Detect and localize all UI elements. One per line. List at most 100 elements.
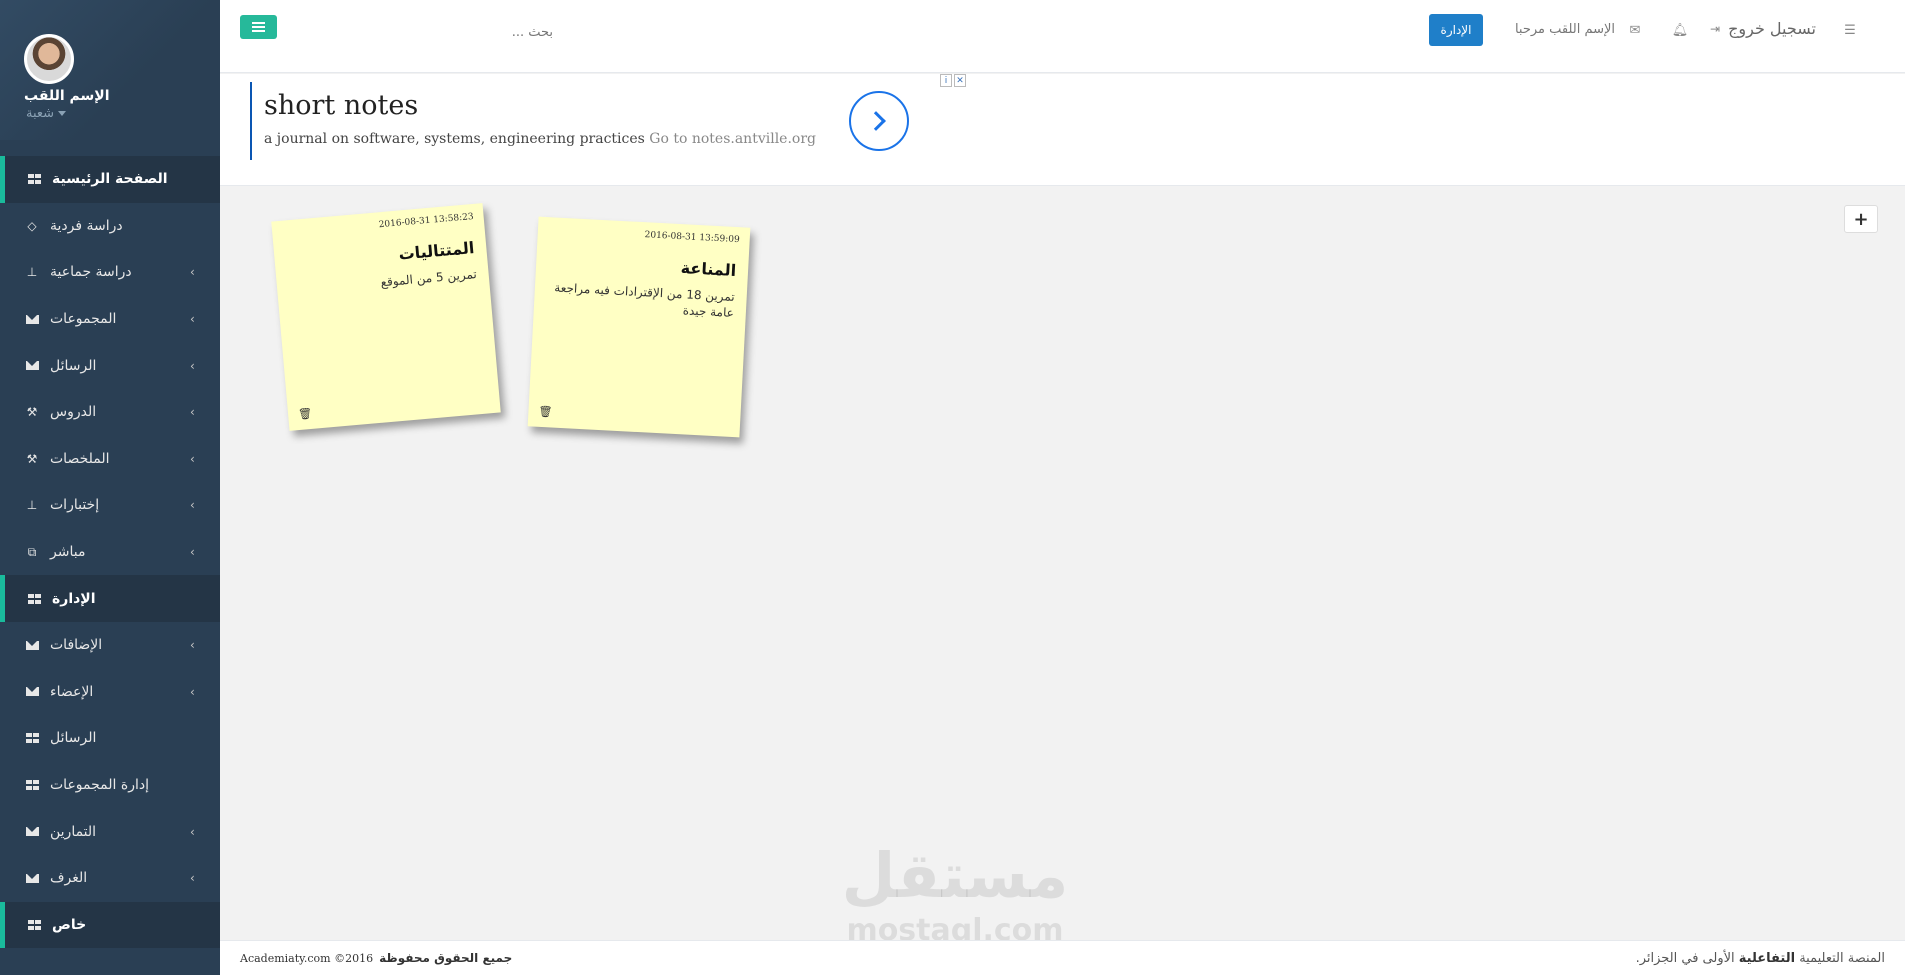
welcome-text[interactable]: الإسم اللقب مرحبا (1500, 22, 1630, 37)
sidebar-item[interactable]: ◇ دراسة فردية (0, 203, 220, 250)
diamond-icon: ◇ (27, 218, 37, 233)
sidebar-item[interactable]: الإدارة (0, 575, 220, 622)
avatar[interactable] (24, 34, 74, 84)
envelope-icon (25, 312, 39, 326)
grid-icon (27, 172, 41, 186)
footer-copyright: Academiaty.com ©2016 جميع الحقوق محفوظة (240, 951, 512, 965)
add-note-button[interactable]: + (1844, 205, 1878, 233)
sidebar-item[interactable]: الرسائل (0, 715, 220, 762)
search-input[interactable] (293, 20, 553, 44)
profile-name: الإسم اللقب (24, 88, 110, 104)
ad-title[interactable]: short notes (264, 90, 418, 121)
sidebar-item-label: دراسة فردية (50, 217, 123, 234)
trash-icon[interactable]: 🗑︎ (298, 406, 313, 420)
grid-icon (27, 918, 41, 932)
footer: Academiaty.com ©2016 جميع الحقوق محفوظة … (220, 940, 1905, 975)
grid-icon (25, 778, 39, 792)
envelope-icon[interactable]: ✉ (1627, 22, 1643, 38)
trash-icon[interactable]: 🗑︎ (538, 404, 553, 418)
caret-down-icon (58, 111, 67, 116)
wrench-icon: ⚒ (26, 405, 38, 420)
sidebar-item-label: الإضافات (50, 637, 103, 654)
sticky-note[interactable]: 2016-08-31 13:59:09 المناعة تمرين 18 من … (527, 216, 751, 438)
sign-out-icon: ⇥ (1710, 21, 1721, 36)
sidebar-item[interactable]: ⊥ إختبارات ‹ (0, 482, 220, 529)
sticky-note[interactable]: 2016-08-31 13:58:23 المتتاليات تمرين 5 م… (271, 203, 501, 431)
admin-button[interactable]: الإدارة (1429, 14, 1483, 46)
sidebar-item[interactable]: الغرف ‹ (0, 855, 220, 902)
chevron-right-icon (866, 111, 886, 131)
wrench-icon: ⚒ (26, 451, 38, 466)
sidebar-item[interactable]: ⊥ دراسة جماعية ‹ (0, 249, 220, 296)
envelope-icon (25, 638, 39, 652)
note-date: 2016-08-31 13:58:23 (378, 212, 475, 231)
note-title: المناعة (680, 258, 737, 280)
ad-description-text: a journal on software, systems, engineer… (264, 131, 645, 147)
chevron-icon: ‹ (190, 545, 195, 560)
ad-accent-bar (250, 82, 252, 160)
sidebar-item-label: الصفحة الرئيسية (52, 171, 168, 188)
note-body: تمرين 18 من الإقترادات فيه مراجعة عامة ج… (554, 280, 736, 320)
chevron-icon: ‹ (190, 498, 195, 513)
sidebar-item-label: مباشر (50, 544, 86, 561)
sidebar-item[interactable]: الصفحة الرئيسية (0, 156, 220, 203)
sidebar-item[interactable]: ⧉ مباشر ‹ (0, 529, 220, 576)
ad-close-icon[interactable]: ✕ (954, 74, 966, 87)
profile-panel: الإسم اللقب شعبة (0, 0, 220, 140)
footer-tagline-pre: المنصة التعليمية (1799, 951, 1885, 966)
envelope-icon (25, 359, 39, 373)
footer-rights: جميع الحقوق محفوظة (379, 951, 513, 965)
ad-description: a journal on software, systems, engineer… (264, 131, 816, 147)
envelope-icon (25, 825, 39, 839)
sidebar-item-label: دراسة جماعية (50, 264, 132, 281)
sidebar: الإسم اللقب شعبة الصفحة الرئيسية ◇ دراسة ف… (0, 0, 220, 975)
footer-tagline-bold: التفاعلية (1738, 951, 1796, 966)
footer-tagline-post: الأولى في الجزائر. (1635, 951, 1735, 966)
footer-tagline: المنصة التعليمية التفاعلية الأولى في الج… (1636, 951, 1885, 966)
sidebar-item[interactable]: إدارة المجموعات (0, 762, 220, 809)
envelope-icon (25, 871, 39, 885)
sidebar-item-label: الملخصات (50, 450, 110, 467)
ad-choices: i ✕ (940, 74, 966, 87)
sidebar-item[interactable]: التمارين ‹ (0, 808, 220, 855)
sidebar-item[interactable]: المجموعات ‹ (0, 296, 220, 343)
note-date: 2016-08-31 13:59:09 (644, 230, 740, 246)
chevron-icon: ‹ (190, 871, 195, 886)
sidebar-item[interactable]: الإعضاء ‹ (0, 669, 220, 716)
menu-toggle-button[interactable] (240, 15, 277, 39)
sidebar-item-label: إدارة المجموعات (50, 777, 149, 794)
sidebar-item[interactable]: ⚒ الدروس ‹ (0, 389, 220, 436)
ad-go-button[interactable] (849, 91, 909, 151)
bell-icon[interactable]: 🔔︎ (1672, 22, 1689, 38)
external-link-icon: ⧉ (27, 544, 37, 559)
chevron-icon: ‹ (190, 358, 195, 373)
top-navbar: الإدارة الإسم اللقب مرحبا ✉ 🔔︎ تسجيل خرو… (220, 0, 1905, 73)
sidebar-item-label: التمارين (50, 823, 97, 840)
sidebar-item-label: الرسائل (50, 730, 97, 747)
ad-banner[interactable]: short notes a journal on software, syste… (220, 74, 1905, 186)
sitemap-icon: ⊥ (26, 265, 38, 280)
chevron-icon: ‹ (190, 405, 195, 420)
profile-role-dropdown[interactable]: شعبة (26, 106, 67, 121)
sidebar-item-label: خاص (52, 916, 87, 933)
chevron-icon: ‹ (190, 451, 195, 466)
sidebar-item-label: الغرف (50, 870, 88, 887)
ad-link[interactable]: Go to notes.antville.org (649, 131, 816, 147)
logout-link[interactable]: تسجيل خروج ⇥ (1710, 19, 1816, 38)
ad-info-icon[interactable]: i (940, 74, 952, 87)
sidebar-item[interactable]: خاص (0, 901, 220, 949)
watermark-logo: مستقل (841, 839, 1069, 912)
sidebar-item-label: الدروس (50, 404, 97, 421)
grid-icon (25, 731, 39, 745)
chevron-icon: ‹ (190, 638, 195, 653)
sidebar-item[interactable]: الرسائل ‹ (0, 342, 220, 389)
list-icon[interactable]: ☰ (1842, 22, 1858, 38)
sidebar-item-label: الرسائل (50, 357, 97, 374)
sidebar-item-label: إختبارات (50, 497, 100, 514)
hamburger-icon (252, 22, 265, 32)
chevron-icon: ‹ (190, 684, 195, 699)
profile-role-label: شعبة (26, 106, 55, 121)
sidebar-item[interactable]: ⚒ الملخصات ‹ (0, 436, 220, 483)
sidebar-item[interactable]: الإضافات ‹ (0, 622, 220, 669)
chevron-icon: ‹ (190, 824, 195, 839)
